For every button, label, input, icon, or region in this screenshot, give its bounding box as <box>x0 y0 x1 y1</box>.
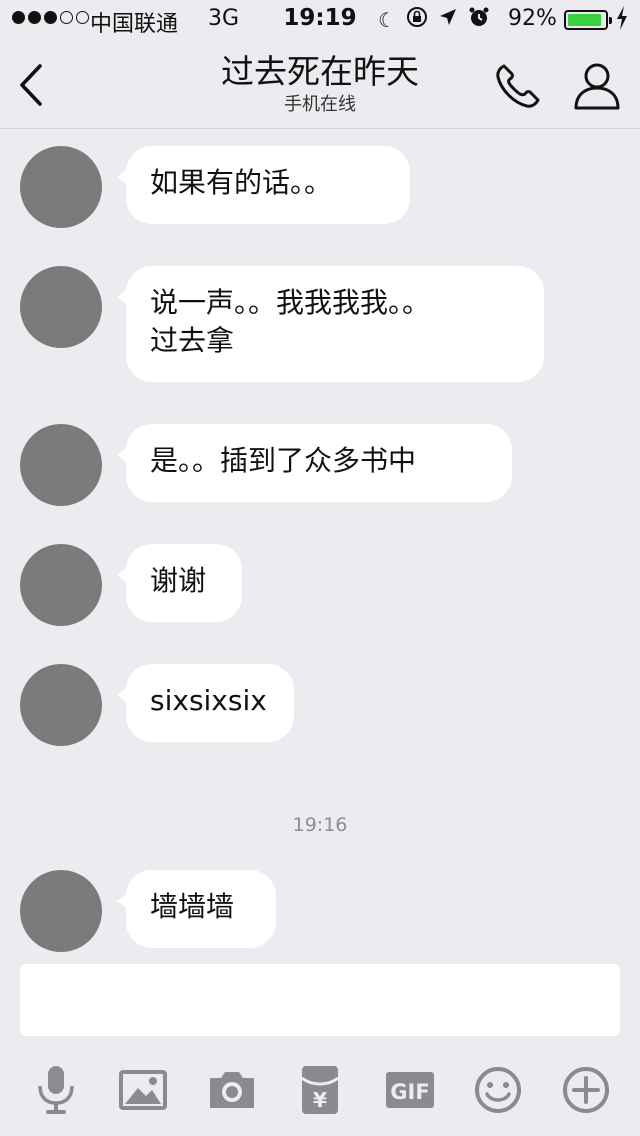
rotation-lock-icon <box>406 6 428 33</box>
avatar[interactable] <box>20 870 102 952</box>
avatar[interactable] <box>20 664 102 746</box>
microphone-icon <box>38 1066 74 1114</box>
avatar[interactable] <box>20 266 102 348</box>
chat-timestamp: 19:16 <box>292 814 348 836</box>
phone-icon <box>496 64 540 108</box>
plus-icon <box>563 1067 609 1113</box>
message-input[interactable] <box>20 964 620 1036</box>
moon-icon: ☾ <box>378 7 396 32</box>
emoji-icon <box>475 1067 521 1113</box>
message-bubble[interactable]: 墙墙墙 <box>117 870 276 948</box>
charging-bolt-icon <box>616 6 628 35</box>
message-bubble[interactable]: 如果有的话。。 <box>117 146 410 224</box>
battery-icon <box>564 10 612 30</box>
call-button[interactable] <box>492 60 544 112</box>
location-arrow-icon <box>438 7 458 32</box>
red-packet-button[interactable]: ¥ <box>294 1064 346 1116</box>
gif-label: GIF <box>390 1080 429 1104</box>
message-bubble[interactable]: 说一声。。我我我我。。 过去拿 <box>117 266 544 382</box>
status-bar: 中国联通 3G 19:19 ☾ 92% <box>0 0 640 40</box>
photo-button[interactable] <box>118 1064 170 1116</box>
emoji-button[interactable] <box>472 1064 524 1116</box>
image-icon <box>119 1070 167 1110</box>
avatar[interactable] <box>20 424 102 506</box>
profile-button[interactable] <box>572 60 622 112</box>
input-toolbar: ¥ GIF <box>0 1050 640 1126</box>
voice-button[interactable] <box>30 1064 82 1116</box>
chat-title: 过去死在昨天 <box>221 52 419 91</box>
message-bubble[interactable]: 是。。插到了众多书中 <box>117 424 512 502</box>
alarm-icon <box>468 6 490 33</box>
gif-icon: GIF <box>386 1072 434 1108</box>
person-icon <box>574 63 620 110</box>
chat-header: 过去死在昨天 手机在线 <box>0 40 640 129</box>
camera-button[interactable] <box>206 1064 258 1116</box>
more-button[interactable] <box>560 1064 612 1116</box>
red-packet-label: ¥ <box>313 1088 327 1112</box>
online-status: 手机在线 <box>284 94 356 115</box>
avatar[interactable] <box>20 146 102 228</box>
camera-icon <box>210 1072 254 1108</box>
avatar[interactable] <box>20 544 102 626</box>
gif-button[interactable]: GIF <box>384 1064 436 1116</box>
message-bubble[interactable]: 谢谢 <box>117 544 242 622</box>
message-bubble[interactable]: sixsixsix <box>117 664 294 742</box>
battery-percent: 92% <box>508 6 557 31</box>
red-packet-icon: ¥ <box>301 1066 339 1114</box>
